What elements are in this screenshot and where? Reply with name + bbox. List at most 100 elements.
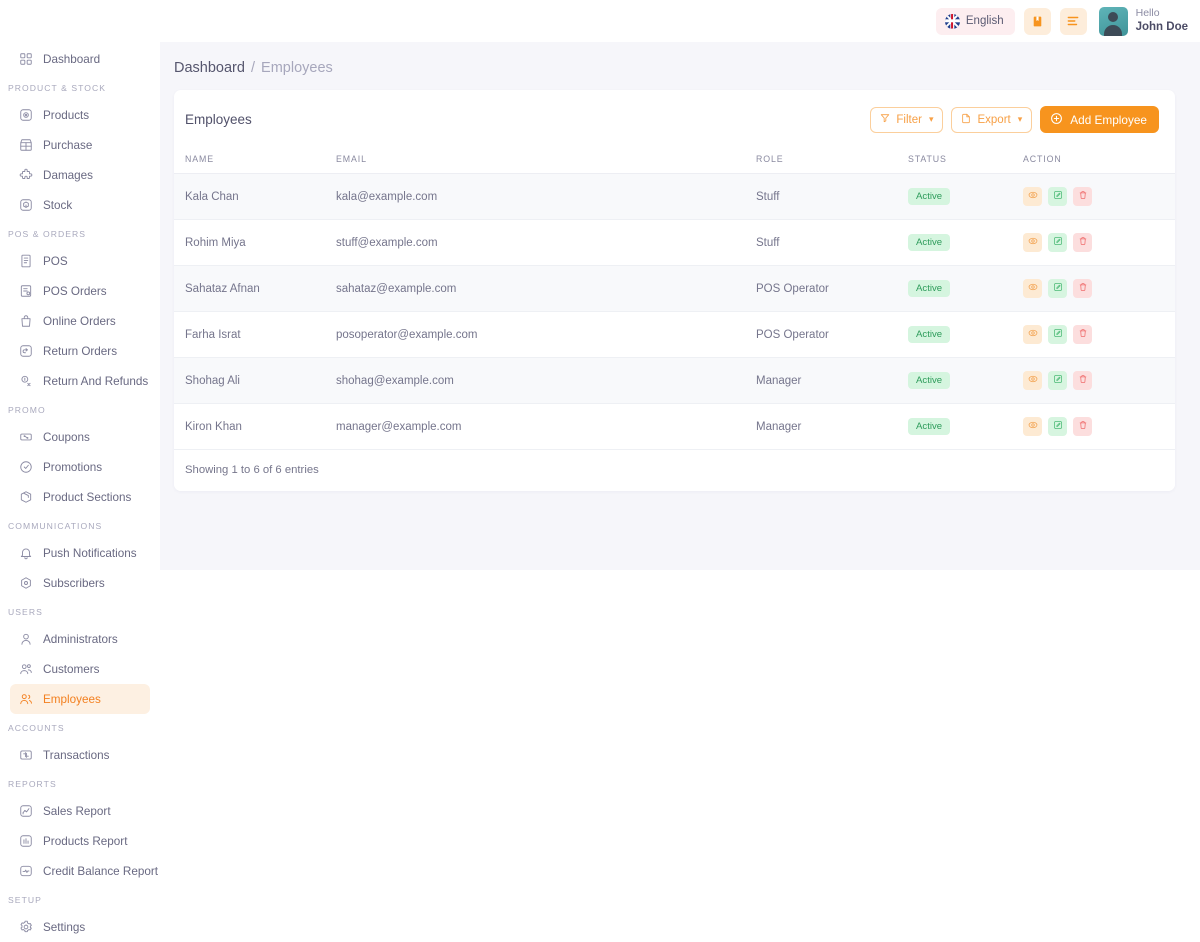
edit-icon bbox=[1053, 328, 1063, 341]
breadcrumb-root[interactable]: Dashboard bbox=[174, 60, 245, 76]
delete-button[interactable] bbox=[1073, 279, 1092, 298]
table-row: Kala Chan kala@example.com Stuff Active bbox=[174, 173, 1175, 220]
delete-button[interactable] bbox=[1073, 325, 1092, 344]
edit-button[interactable] bbox=[1048, 417, 1067, 436]
add-employee-button[interactable]: Add Employee bbox=[1040, 106, 1159, 133]
sidebar-item-administrators[interactable]: Administrators bbox=[10, 624, 150, 654]
sidebar-item-customers[interactable]: Customers bbox=[10, 654, 150, 684]
view-button[interactable] bbox=[1023, 233, 1042, 252]
cell-name: Kiron Khan bbox=[174, 403, 336, 450]
export-button[interactable]: Export ▾ bbox=[951, 106, 1033, 133]
edit-button[interactable] bbox=[1048, 233, 1067, 252]
action-button-group bbox=[1023, 371, 1175, 390]
language-selector[interactable]: English bbox=[935, 7, 1015, 35]
view-button[interactable] bbox=[1023, 325, 1042, 344]
user-menu[interactable]: Hello John Doe bbox=[1096, 6, 1188, 36]
status-badge: Active bbox=[908, 371, 951, 390]
edit-button[interactable] bbox=[1048, 279, 1067, 298]
table-header-row: NAME EMAIL ROLE STATUS ACTION bbox=[174, 148, 1175, 174]
delete-button[interactable] bbox=[1073, 417, 1092, 436]
cell-actions bbox=[1023, 403, 1175, 450]
view-button[interactable] bbox=[1023, 279, 1042, 298]
view-button[interactable] bbox=[1023, 371, 1042, 390]
sidebar-item-label: Purchase bbox=[43, 138, 93, 152]
sidebar-item-products[interactable]: Products bbox=[10, 100, 150, 130]
delete-button[interactable] bbox=[1073, 187, 1092, 206]
sidebar-item-label: Settings bbox=[43, 920, 86, 934]
sidebar-item-label: POS bbox=[43, 254, 68, 268]
sidebar-item-credit-balance-report[interactable]: Credit Balance Report bbox=[10, 856, 158, 886]
gear-icon bbox=[18, 920, 33, 935]
user-text: Hello John Doe bbox=[1136, 7, 1188, 35]
cell-role: POS Operator bbox=[756, 265, 908, 312]
book-icon-button[interactable] bbox=[1023, 7, 1051, 35]
sidebar-item-employees[interactable]: Employees bbox=[10, 684, 150, 714]
cell-role: POS Operator bbox=[756, 311, 908, 358]
delete-button[interactable] bbox=[1073, 233, 1092, 252]
cell-name: Farha Israt bbox=[174, 311, 336, 358]
list-icon bbox=[1066, 14, 1080, 28]
trash-icon bbox=[1078, 236, 1088, 249]
sidebar-item-settings[interactable]: Settings bbox=[10, 912, 150, 942]
edit-button[interactable] bbox=[1048, 325, 1067, 344]
sidebar-item-online-orders[interactable]: Online Orders bbox=[10, 306, 150, 336]
sidebar-item-coupons[interactable]: Coupons bbox=[10, 422, 150, 452]
action-button-group bbox=[1023, 279, 1175, 298]
edit-icon bbox=[1053, 282, 1063, 295]
pulse-icon bbox=[18, 864, 33, 879]
cell-name: Sahataz Afnan bbox=[174, 265, 336, 312]
export-label: Export bbox=[977, 113, 1011, 126]
view-button[interactable] bbox=[1023, 187, 1042, 206]
puzzle-icon bbox=[18, 168, 33, 183]
cell-email: posoperator@example.com bbox=[336, 311, 756, 358]
eye-icon bbox=[1028, 420, 1038, 433]
cell-actions bbox=[1023, 173, 1175, 220]
table-footer-info: Showing 1 to 6 of 6 entries bbox=[174, 450, 1175, 491]
sidebar-item-sales-report[interactable]: Sales Report bbox=[10, 796, 150, 826]
box-circle-icon bbox=[18, 108, 33, 123]
edit-button[interactable] bbox=[1048, 371, 1067, 390]
sidebar-item-products-report[interactable]: Products Report bbox=[10, 826, 150, 856]
sidebar-item-pos-orders[interactable]: POS Orders bbox=[10, 276, 150, 306]
sidebar-item-transactions[interactable]: Transactions bbox=[10, 740, 150, 770]
cell-role: Stuff bbox=[756, 219, 908, 266]
sidebar-item-stock[interactable]: Stock bbox=[10, 190, 150, 220]
eye-icon bbox=[1028, 374, 1038, 387]
eye-icon bbox=[1028, 328, 1038, 341]
user-greeting: Hello bbox=[1135, 7, 1160, 20]
cell-name: Shohag Ali bbox=[174, 357, 336, 404]
column-header-status: STATUS bbox=[908, 148, 1023, 174]
trash-icon bbox=[1078, 282, 1088, 295]
sidebar-item-promotions[interactable]: Promotions bbox=[10, 452, 150, 482]
filter-button[interactable]: Filter ▾ bbox=[870, 106, 944, 133]
sidebar-item-purchase[interactable]: Purchase bbox=[10, 130, 150, 160]
sidebar-item-return-and-refunds[interactable]: Return And Refunds bbox=[10, 366, 150, 396]
list-icon-button[interactable] bbox=[1059, 7, 1087, 35]
sidebar-item-product-sections[interactable]: Product Sections bbox=[10, 482, 150, 512]
sidebar-item-label: Coupons bbox=[43, 430, 90, 444]
sidebar-item-label: Transactions bbox=[43, 748, 110, 762]
bar-chart-icon bbox=[18, 834, 33, 849]
sidebar-item-push-notifications[interactable]: Push Notifications bbox=[10, 538, 150, 568]
sidebar-item-dashboard[interactable]: Dashboard bbox=[10, 44, 150, 74]
sidebar-item-label: Sales Report bbox=[43, 804, 111, 818]
cell-status: Active bbox=[908, 219, 1023, 266]
table-row: Kiron Khan manager@example.com Manager Acti… bbox=[174, 403, 1175, 450]
filter-icon bbox=[880, 113, 890, 126]
chevron-down-icon: ▾ bbox=[1017, 114, 1023, 124]
sidebar-item-label: Dashboard bbox=[43, 52, 101, 66]
sidebar-item-label: Employees bbox=[43, 692, 101, 706]
action-button-group bbox=[1023, 417, 1175, 436]
sidebar-item-label: Stock bbox=[43, 198, 73, 212]
sidebar-item-return-orders[interactable]: Return Orders bbox=[10, 336, 150, 366]
trash-icon bbox=[1078, 190, 1088, 203]
edit-button[interactable] bbox=[1048, 187, 1067, 206]
sidebar-item-subscribers[interactable]: Subscribers bbox=[10, 568, 150, 598]
trash-icon bbox=[1078, 374, 1088, 387]
view-button[interactable] bbox=[1023, 417, 1042, 436]
cell-status: Active bbox=[908, 357, 1023, 404]
sidebar-item-pos[interactable]: POS bbox=[10, 246, 150, 276]
delete-button[interactable] bbox=[1073, 371, 1092, 390]
cell-email: manager@example.com bbox=[336, 403, 756, 450]
sidebar-item-damages[interactable]: Damages bbox=[10, 160, 150, 190]
